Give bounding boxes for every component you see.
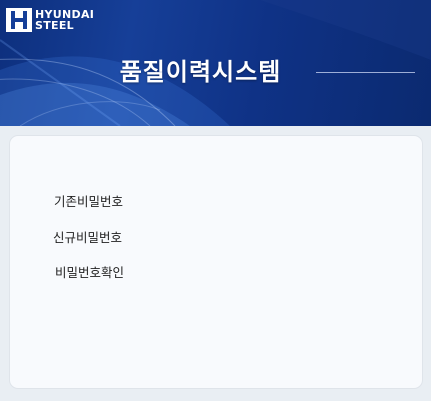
title-divider — [316, 72, 415, 73]
hyundai-steel-logo: HYUNDAI STEEL — [6, 8, 94, 32]
current-password-label: 기존비밀번호 — [54, 194, 124, 209]
page-title: 품질이력시스템 — [119, 58, 282, 86]
new-password-label: 신규비밀번호 — [53, 230, 123, 245]
logo-wordmark: HYUNDAI STEEL — [35, 9, 94, 31]
header-banner: HYUNDAI STEEL 품질이력시스템 — [0, 0, 431, 126]
password-change-panel: 기존비밀번호 신규비밀번호 비밀번호확인 — [9, 135, 423, 389]
logo-line-2: STEEL — [35, 19, 74, 32]
hyundai-h-logo-icon — [6, 8, 32, 32]
confirm-password-label: 비밀번호확인 — [55, 265, 125, 280]
